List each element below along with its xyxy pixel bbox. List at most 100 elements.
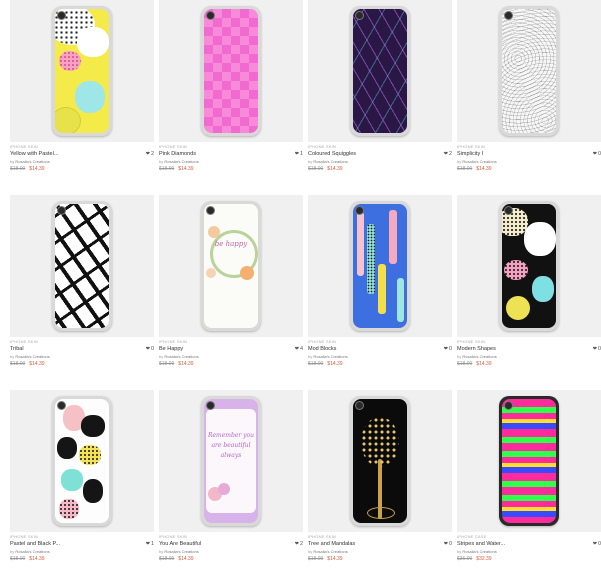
- heart-icon: ❤: [145, 541, 150, 547]
- product-title[interactable]: Simplicity I: [457, 150, 601, 159]
- product-thumbnail[interactable]: [308, 0, 452, 142]
- product-card[interactable]: IPHONE SKIN Simplicity I ❤0 by Rosalia's…: [457, 0, 601, 185]
- price-row: $18.00 $14.39: [159, 165, 303, 174]
- product-card[interactable]: be happy IPHONE SKIN Be Happy ❤4 by Rosa…: [159, 195, 303, 380]
- product-meta: IPHONE SKIN Yellow with Pastel... ❤2 by …: [10, 144, 154, 174]
- skin-design: [55, 9, 109, 133]
- sale-price: $14.39: [476, 166, 492, 172]
- artist-name[interactable]: Rosalia's Creations: [164, 159, 198, 164]
- product-meta: IPHONE SKIN Tribal ❤0 by Rosalia's Creat…: [10, 339, 154, 369]
- camera-icon: [207, 12, 214, 19]
- heart-icon: ❤: [294, 151, 299, 157]
- price-row: $18.00 $14.39: [10, 165, 154, 174]
- product-card[interactable]: IPHONE SKIN Pastel and Black P... ❤1 by …: [10, 390, 154, 575]
- camera-icon: [58, 207, 65, 214]
- artist-name[interactable]: Rosalia's Creations: [15, 354, 49, 359]
- like-button[interactable]: ❤0: [593, 540, 601, 549]
- phone-mockup: Remember you are beautiful always: [201, 396, 261, 526]
- product-thumbnail[interactable]: [457, 390, 601, 532]
- phone-mockup: [499, 6, 559, 136]
- product-title[interactable]: Pink Diamonds: [159, 150, 303, 159]
- sale-price: $14.39: [29, 556, 45, 562]
- original-price: $18.00: [457, 166, 473, 172]
- by-label: by: [308, 354, 313, 359]
- artist-name[interactable]: Rosalia's Creations: [164, 354, 198, 359]
- product-card[interactable]: IPHONE SKIN Yellow with Pastel... ❤2 by …: [10, 0, 154, 185]
- like-button[interactable]: ❤0: [593, 345, 601, 354]
- product-meta: IPHONE SKIN You Are Beautiful ❤2 by Rosa…: [159, 534, 303, 564]
- like-button[interactable]: ❤0: [444, 540, 452, 549]
- product-title[interactable]: Pastel and Black P...: [10, 540, 154, 549]
- product-thumbnail[interactable]: [308, 390, 452, 532]
- artist-name[interactable]: Rosalia's Creations: [462, 159, 496, 164]
- product-card[interactable]: IPHONE SKIN Tribal ❤0 by Rosalia's Creat…: [10, 195, 154, 380]
- product-title[interactable]: Coloured Squiggles: [308, 150, 452, 159]
- product-thumbnail[interactable]: [10, 0, 154, 142]
- artist-name[interactable]: Rosalia's Creations: [15, 549, 49, 554]
- skin-design: be happy: [204, 204, 258, 328]
- like-button[interactable]: ❤0: [444, 345, 452, 354]
- product-title[interactable]: Mod Blocks: [308, 345, 452, 354]
- product-card[interactable]: IPHONE SKIN Pink Diamonds ❤1 by Rosalia'…: [159, 0, 303, 185]
- artist-name[interactable]: Rosalia's Creations: [462, 549, 496, 554]
- product-title[interactable]: Tribal: [10, 345, 154, 354]
- product-thumbnail[interactable]: Remember you are beautiful always: [159, 390, 303, 532]
- product-thumbnail[interactable]: [457, 195, 601, 337]
- phone-mockup: [52, 201, 112, 331]
- product-title[interactable]: Tree and Mandalas: [308, 540, 452, 549]
- product-card[interactable]: IPHONE SKIN Mod Blocks ❤0 by Rosalia's C…: [308, 195, 452, 380]
- product-meta: IPHONE SKIN Be Happy ❤4 by Rosalia's Cre…: [159, 339, 303, 369]
- product-title[interactable]: Stripes and Water...: [457, 540, 601, 549]
- like-button[interactable]: ❤2: [146, 150, 154, 159]
- like-button[interactable]: ❤2: [444, 150, 452, 159]
- product-card[interactable]: Remember you are beautiful always IPHONE…: [159, 390, 303, 575]
- like-button[interactable]: ❤0: [146, 345, 154, 354]
- artist-name[interactable]: Rosalia's Creations: [164, 549, 198, 554]
- sale-price: $14.39: [476, 361, 492, 367]
- skin-design: [353, 399, 407, 523]
- heart-icon: ❤: [592, 541, 597, 547]
- by-label: by: [457, 354, 462, 359]
- phone-art-text: Remember you are beautiful always: [207, 432, 255, 459]
- sale-price: $32.39: [476, 556, 492, 562]
- skin-design: [502, 399, 556, 523]
- product-card[interactable]: IPHONE CASE Stripes and Water... ❤0 by R…: [457, 390, 601, 575]
- phone-mockup: [201, 6, 261, 136]
- artist-name[interactable]: Rosalia's Creations: [313, 549, 347, 554]
- product-title[interactable]: Modern Shapes: [457, 345, 601, 354]
- by-label: by: [10, 159, 15, 164]
- sale-price: $14.39: [178, 166, 194, 172]
- product-card[interactable]: IPHONE SKIN Modern Shapes ❤0 by Rosalia'…: [457, 195, 601, 380]
- product-thumbnail[interactable]: [10, 195, 154, 337]
- product-thumbnail[interactable]: [457, 0, 601, 142]
- product-title[interactable]: Be Happy: [159, 345, 303, 354]
- like-button[interactable]: ❤2: [295, 540, 303, 549]
- camera-icon: [207, 402, 214, 409]
- camera-icon: [207, 207, 214, 214]
- price-row: $18.00 $14.39: [159, 555, 303, 564]
- product-thumbnail[interactable]: be happy: [159, 195, 303, 337]
- artist-name[interactable]: Rosalia's Creations: [15, 159, 49, 164]
- skin-design: Remember you are beautiful always: [204, 399, 258, 523]
- original-price: $18.00: [308, 166, 324, 172]
- artist-name[interactable]: Rosalia's Creations: [313, 159, 347, 164]
- product-card[interactable]: IPHONE SKIN Tree and Mandalas ❤0 by Rosa…: [308, 390, 452, 575]
- original-price: $18.00: [159, 166, 175, 172]
- original-price: $18.00: [10, 361, 26, 367]
- product-title[interactable]: Yellow with Pastel...: [10, 150, 154, 159]
- like-count: 2: [299, 541, 303, 547]
- price-row: $18.00 $14.39: [308, 555, 452, 564]
- like-button[interactable]: ❤1: [146, 540, 154, 549]
- like-button[interactable]: ❤4: [295, 345, 303, 354]
- product-thumbnail[interactable]: [10, 390, 154, 532]
- heart-icon: ❤: [443, 151, 448, 157]
- product-thumbnail[interactable]: [159, 0, 303, 142]
- like-button[interactable]: ❤1: [295, 150, 303, 159]
- product-thumbnail[interactable]: [308, 195, 452, 337]
- heart-icon: ❤: [592, 151, 597, 157]
- like-button[interactable]: ❤0: [593, 150, 601, 159]
- artist-name[interactable]: Rosalia's Creations: [462, 354, 496, 359]
- artist-name[interactable]: Rosalia's Creations: [313, 354, 347, 359]
- product-title[interactable]: You Are Beautiful: [159, 540, 303, 549]
- product-card[interactable]: IPHONE SKIN Coloured Squiggles ❤2 by Ros…: [308, 0, 452, 185]
